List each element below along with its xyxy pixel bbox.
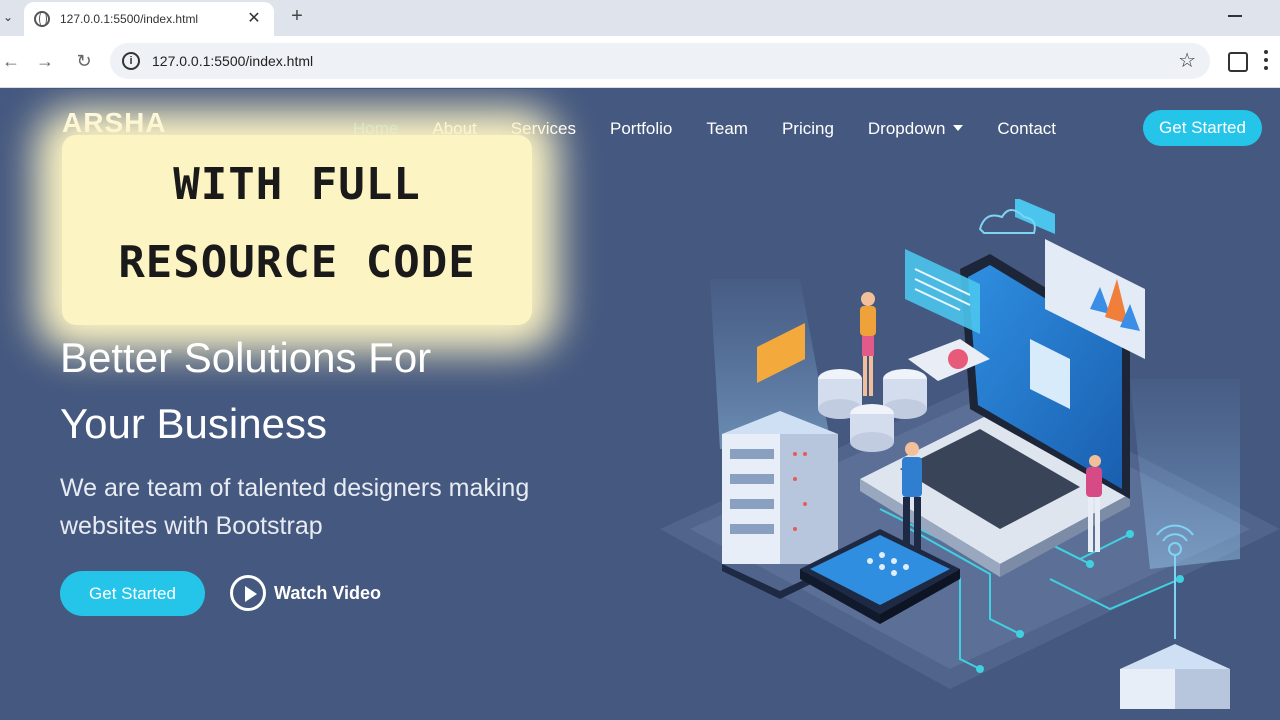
hero-illustration xyxy=(660,199,1280,709)
extensions-icon[interactable] xyxy=(1228,52,1248,72)
tab-close-icon[interactable]: ✕ xyxy=(244,11,264,27)
dropdown-label: Dropdown xyxy=(867,119,946,138)
browser-toolbar: ← → ↻ i 127.0.0.1:5500/index.html ☆ xyxy=(0,36,1280,88)
new-tab-button[interactable]: + xyxy=(286,5,308,27)
site-info-icon[interactable]: i xyxy=(122,52,140,70)
hero-subtitle-line-1: We are team of talented designers making xyxy=(60,474,530,502)
watch-video-label: Watch Video xyxy=(274,582,382,603)
hero-title: Better Solutions For Your Business xyxy=(60,325,620,457)
hero-subtitle: We are team of talented designers making… xyxy=(60,469,620,545)
browser-menu-icon[interactable] xyxy=(1264,50,1268,72)
globe-icon xyxy=(34,11,50,27)
nav-item-portfolio[interactable]: Portfolio xyxy=(610,117,672,141)
overlay-line-2: RESOURCE CODE xyxy=(118,237,476,288)
url-text[interactable]: 127.0.0.1:5500/index.html xyxy=(152,43,313,79)
person-woman-top xyxy=(860,292,876,396)
minimize-icon[interactable] xyxy=(1228,15,1242,17)
nav-item-team[interactable]: Team xyxy=(706,117,748,141)
hero-title-line-2: Your Business xyxy=(60,400,327,447)
page-content: ARSHA Home About Services Portfolio Team… xyxy=(0,89,1280,720)
hero-subtitle-line-2: websites with Bootstrap xyxy=(60,512,323,540)
nav-item-pricing[interactable]: Pricing xyxy=(782,117,834,141)
back-icon[interactable]: ← xyxy=(0,50,22,72)
hero-title-line-1: Better Solutions For xyxy=(60,334,432,381)
nav-item-dropdown[interactable]: Dropdown xyxy=(868,117,964,141)
forward-icon[interactable]: → xyxy=(34,50,56,72)
reload-icon[interactable]: ↻ xyxy=(73,50,95,72)
hero-get-started-button[interactable]: Get Started xyxy=(60,571,205,616)
caret-down-icon xyxy=(953,125,964,131)
watch-video-link[interactable]: Watch Video xyxy=(230,575,381,611)
address-bar[interactable]: i 127.0.0.1:5500/index.html ☆ xyxy=(110,43,1210,79)
tab-title: 127.0.0.1:5500/index.html xyxy=(60,12,199,26)
pie-chart-icon xyxy=(948,349,968,369)
play-circle-icon xyxy=(230,575,266,611)
tab-search-icon[interactable]: ⌄ xyxy=(0,8,16,26)
browser-tab[interactable]: 127.0.0.1:5500/index.html ✕ xyxy=(24,2,274,36)
overlay-line-1: WITH FULL xyxy=(173,159,421,210)
bookmark-star-icon[interactable]: ☆ xyxy=(1178,50,1196,72)
nav-item-contact[interactable]: Contact xyxy=(997,117,1056,141)
browser-tab-bar: ⌄ 127.0.0.1:5500/index.html ✕ + xyxy=(0,0,1280,36)
nav-get-started-button[interactable]: Get Started xyxy=(1143,110,1262,146)
